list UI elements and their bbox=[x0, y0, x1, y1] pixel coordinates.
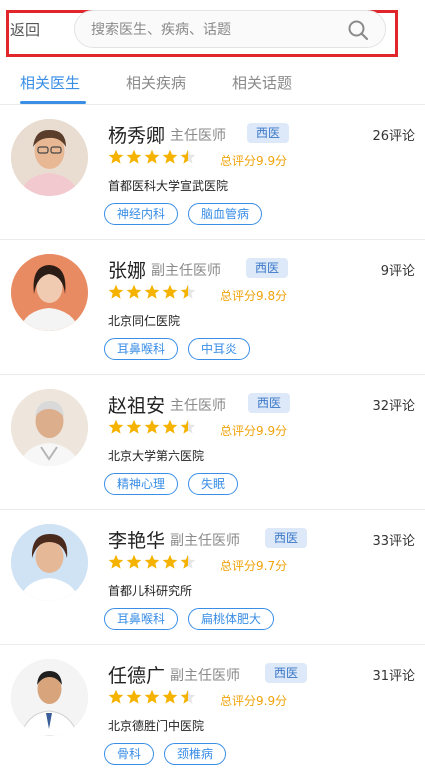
medicine-type-badge: 西医 bbox=[246, 258, 289, 278]
half-star-icon bbox=[180, 419, 196, 434]
star-icon bbox=[108, 689, 124, 704]
specialty-tag[interactable]: 脑血管病 bbox=[188, 203, 263, 225]
half-star-icon bbox=[180, 689, 196, 704]
specialty-tag[interactable]: 耳鼻喉科 bbox=[104, 338, 179, 360]
doctor-title: 副主任医师 bbox=[170, 668, 240, 684]
medicine-type-badge: 西医 bbox=[265, 528, 308, 548]
star-icon bbox=[144, 149, 160, 164]
hospital-name: 北京德胜门中医院 bbox=[108, 719, 205, 733]
total-score: 总评分9.9分 bbox=[220, 694, 288, 708]
hospital-name: 北京大学第六医院 bbox=[108, 449, 205, 463]
review-count[interactable]: 33评论 bbox=[372, 530, 415, 549]
search-icon[interactable] bbox=[347, 19, 369, 41]
star-icon bbox=[162, 419, 178, 434]
doctor-title: 副主任医师 bbox=[151, 263, 221, 279]
star-icon bbox=[162, 554, 178, 569]
doctor-title: 副主任医师 bbox=[170, 533, 240, 549]
star-icon bbox=[108, 554, 124, 569]
active-tab-indicator bbox=[20, 101, 86, 104]
star-icon bbox=[108, 419, 124, 434]
search-box[interactable] bbox=[74, 10, 386, 48]
doctor-name: 赵祖安 bbox=[108, 395, 166, 417]
doctor-name: 杨秀卿 bbox=[108, 125, 166, 147]
rating-stars bbox=[108, 554, 196, 574]
rating-stars bbox=[108, 689, 196, 709]
specialty-tags: 耳鼻喉科 扁桃体肥大 bbox=[104, 608, 275, 630]
doctor-title: 主任医师 bbox=[170, 128, 226, 144]
half-star-icon bbox=[180, 284, 196, 299]
hospital-name: 北京同仁医院 bbox=[108, 314, 181, 328]
total-score: 总评分9.7分 bbox=[220, 559, 288, 573]
specialty-tag[interactable]: 骨科 bbox=[104, 743, 155, 765]
star-icon bbox=[144, 284, 160, 299]
specialty-tag[interactable]: 颈椎病 bbox=[164, 743, 227, 765]
search-input[interactable] bbox=[91, 19, 341, 41]
star-icon bbox=[144, 554, 160, 569]
avatar bbox=[11, 389, 88, 466]
doctor-name: 任德广 bbox=[108, 665, 166, 687]
star-icon bbox=[162, 149, 178, 164]
doctor-card[interactable]: 任德广 副主任医师 西医 31评论 总评分9.9分 北京德胜门中医院 骨科 颈椎… bbox=[0, 645, 425, 770]
half-star-icon bbox=[180, 554, 196, 569]
top-bar: 返回 bbox=[0, 0, 425, 58]
doctor-list: 杨秀卿 主任医师 西医 26评论 总评分9.9分 首都医科大学宣武医院 神经内科… bbox=[0, 105, 425, 770]
star-icon bbox=[108, 284, 124, 299]
medicine-type-badge: 西医 bbox=[248, 393, 291, 413]
avatar bbox=[11, 524, 88, 601]
doctor-title: 主任医师 bbox=[170, 398, 226, 414]
star-icon bbox=[126, 689, 142, 704]
specialty-tags: 精神心理 失眠 bbox=[104, 473, 239, 495]
half-star-icon bbox=[180, 149, 196, 164]
back-button[interactable]: 返回 bbox=[10, 19, 40, 40]
rating-stars bbox=[108, 149, 196, 169]
tab-related-diseases[interactable]: 相关疾病 bbox=[126, 72, 186, 93]
doctor-card[interactable]: 赵祖安 主任医师 西医 32评论 总评分9.9分 北京大学第六医院 精神心理 失… bbox=[0, 375, 425, 510]
doctor-card[interactable]: 李艳华 副主任医师 西医 33评论 总评分9.7分 首都儿科研究所 耳鼻喉科 扁… bbox=[0, 510, 425, 645]
hospital-name: 首都医科大学宣武医院 bbox=[108, 179, 229, 193]
total-score: 总评分9.9分 bbox=[220, 154, 288, 168]
specialty-tag[interactable]: 神经内科 bbox=[104, 203, 179, 225]
star-icon bbox=[126, 554, 142, 569]
total-score: 总评分9.9分 bbox=[220, 424, 288, 438]
tab-bar: 相关医生 相关疾病 相关话题 bbox=[0, 58, 425, 105]
star-icon bbox=[126, 284, 142, 299]
star-icon bbox=[162, 689, 178, 704]
hospital-name: 首都儿科研究所 bbox=[108, 584, 193, 598]
star-icon bbox=[126, 149, 142, 164]
star-icon bbox=[162, 284, 178, 299]
doctor-name: 张娜 bbox=[108, 260, 147, 282]
star-icon bbox=[108, 149, 124, 164]
avatar bbox=[11, 659, 88, 736]
avatar bbox=[11, 119, 88, 196]
specialty-tags: 神经内科 脑血管病 bbox=[104, 203, 263, 225]
star-icon bbox=[144, 419, 160, 434]
doctor-name: 李艳华 bbox=[108, 530, 166, 552]
review-count[interactable]: 9评论 bbox=[381, 260, 415, 279]
specialty-tag[interactable]: 失眠 bbox=[188, 473, 239, 495]
medicine-type-badge: 西医 bbox=[247, 123, 290, 143]
star-icon bbox=[126, 419, 142, 434]
specialty-tags: 耳鼻喉科 中耳炎 bbox=[104, 338, 251, 360]
rating-stars bbox=[108, 284, 196, 304]
tab-related-topics[interactable]: 相关话题 bbox=[232, 72, 292, 93]
doctor-card[interactable]: 张娜 副主任医师 西医 9评论 总评分9.8分 北京同仁医院 耳鼻喉科 中耳炎 bbox=[0, 240, 425, 375]
review-count[interactable]: 32评论 bbox=[372, 395, 415, 414]
review-count[interactable]: 31评论 bbox=[372, 665, 415, 684]
total-score: 总评分9.8分 bbox=[220, 289, 288, 303]
specialty-tag[interactable]: 扁桃体肥大 bbox=[188, 608, 275, 630]
star-icon bbox=[144, 689, 160, 704]
review-count[interactable]: 26评论 bbox=[372, 125, 415, 144]
avatar bbox=[11, 254, 88, 331]
rating-stars bbox=[108, 419, 196, 439]
specialty-tags: 骨科 颈椎病 bbox=[104, 743, 227, 765]
medicine-type-badge: 西医 bbox=[265, 663, 308, 683]
specialty-tag[interactable]: 中耳炎 bbox=[188, 338, 251, 360]
tab-related-doctors[interactable]: 相关医生 bbox=[20, 72, 80, 93]
doctor-card[interactable]: 杨秀卿 主任医师 西医 26评论 总评分9.9分 首都医科大学宣武医院 神经内科… bbox=[0, 105, 425, 240]
specialty-tag[interactable]: 精神心理 bbox=[104, 473, 179, 495]
specialty-tag[interactable]: 耳鼻喉科 bbox=[104, 608, 179, 630]
